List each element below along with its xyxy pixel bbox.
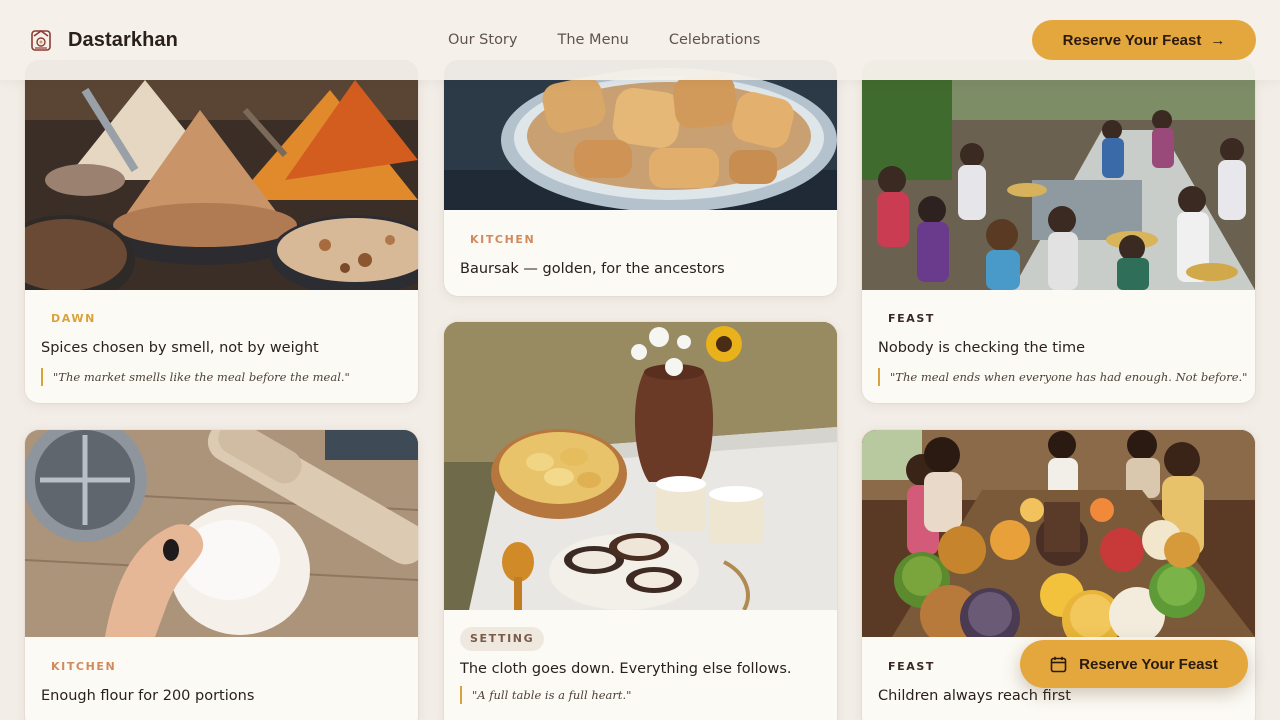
card-tag: KITCHEN (470, 233, 536, 246)
card-title: Nobody is checking the time (878, 340, 1086, 356)
card-title: Baursak — golden, for the ancestors (460, 261, 725, 277)
card-baursak[interactable]: KITCHEN Baursak — golden, for the ancest… (444, 60, 837, 296)
brand-name: Dastarkhan (68, 28, 178, 51)
card-title: The cloth goes down. Everything else fol… (460, 661, 792, 677)
card-quote: "A full table is a full heart." (460, 686, 631, 704)
card-tag: SETTING (460, 627, 545, 651)
card-gathering[interactable]: FEAST Nobody is checking the time "The m… (862, 60, 1255, 403)
card-quote: "The meal ends when everyone has had eno… (878, 368, 1247, 386)
card-setting[interactable]: SETTING The cloth goes down. Everything … (444, 322, 837, 720)
brand[interactable]: Dastarkhan (30, 26, 178, 54)
card-spices[interactable]: DAWN Spices chosen by smell, not by weig… (25, 60, 418, 403)
nav-celebrations[interactable]: Celebrations (669, 30, 760, 50)
arrow-right-icon: → (1210, 31, 1226, 49)
card-title: Spices chosen by smell, not by weight (41, 340, 319, 356)
card-title: Enough flour for 200 portions (41, 688, 255, 704)
table-setting-photo (444, 322, 837, 610)
card-flour[interactable]: KITCHEN Enough flour for 200 portions (25, 430, 418, 720)
spice-market-photo (25, 60, 418, 290)
card-tag: DAWN (51, 312, 96, 325)
card-title: Children always reach first (878, 688, 1071, 704)
card-quote: "The market smells like the meal before … (41, 368, 350, 386)
floating-reserve-button[interactable]: Reserve Your Feast (1020, 640, 1248, 688)
card-tag: FEAST (888, 312, 935, 325)
card-tag: FEAST (888, 660, 935, 673)
reserve-feast-label: Reserve Your Feast (1062, 31, 1202, 49)
site-header: Dastarkhan Our Story The Menu Celebratio… (0, 0, 1280, 80)
outdoor-gathering-photo (862, 60, 1255, 290)
card-tag: KITCHEN (51, 660, 117, 673)
dough-rolling-photo (25, 430, 418, 637)
floating-reserve-label: Reserve Your Feast (1079, 655, 1218, 673)
brand-logo-icon (31, 30, 51, 51)
reserve-feast-button[interactable]: Reserve Your Feast → (1032, 20, 1256, 60)
nav-the-menu[interactable]: The Menu (557, 30, 628, 50)
main-nav: Our Story The Menu Celebrations (448, 30, 800, 50)
baursak-bowl-photo (444, 60, 837, 210)
nav-our-story[interactable]: Our Story (448, 30, 517, 50)
family-feast-photo (862, 430, 1255, 637)
calendar-icon (1050, 656, 1067, 672)
